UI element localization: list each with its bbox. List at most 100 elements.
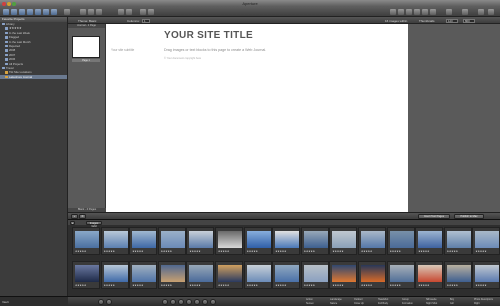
rating-stars[interactable]: ★★★★★	[161, 284, 172, 287]
rating-stars[interactable]: ★★★★★	[332, 284, 343, 287]
rating-stars[interactable]: ★★★★★	[161, 250, 172, 253]
rating-stars[interactable]: ★★★★★	[304, 250, 315, 253]
rating-stars[interactable]: ★★★★★	[218, 284, 229, 287]
keyword-button[interactable]: Boy	[450, 298, 454, 301]
image-thumbnail[interactable]: ★★★★★	[358, 227, 386, 255]
rating-stars[interactable]: ★★★★★	[447, 284, 458, 287]
list-view-icon[interactable]	[106, 299, 112, 305]
keyword-button[interactable]: Action	[306, 298, 313, 301]
image-thumbnail[interactable]: ★★★★★	[243, 227, 272, 255]
red-eye-icon[interactable]	[430, 9, 436, 15]
image-thumbnail[interactable]: ★★★★★	[215, 227, 243, 255]
keyword-button[interactable]: Photo Descriptors	[474, 298, 493, 301]
inspector-icon[interactable]	[478, 9, 484, 15]
rating-stars[interactable]: ★★★★★	[475, 284, 486, 287]
keyword-button[interactable]: Outdoor	[354, 298, 363, 301]
keyword-button[interactable]: Landscape	[330, 298, 342, 301]
image-thumbnail[interactable]: ★★★★★	[72, 261, 100, 289]
site-title[interactable]: YOUR SITE TITLE	[164, 30, 253, 41]
image-thumbnail[interactable]: ★★★★★	[329, 261, 358, 289]
image-thumbnail[interactable]: ★★★★★	[472, 261, 500, 289]
image-thumbnail[interactable]: ★★★★★	[100, 261, 129, 289]
rating-stars[interactable]: ★★★★★	[390, 250, 401, 253]
keyword-button[interactable]: Night Shot	[426, 302, 437, 305]
rating-stars[interactable]: ★★★★★	[247, 284, 258, 287]
image-thumbnail[interactable]: ★★★★★	[186, 261, 215, 289]
image-thumbnail[interactable]: ★★★★★	[415, 227, 444, 255]
keyword-button[interactable]: Group	[402, 298, 409, 301]
rating-stars[interactable]: ★★★★★	[189, 284, 200, 287]
rating-stars[interactable]: ★★★★★	[275, 250, 286, 253]
width-field[interactable]: 120	[446, 18, 458, 23]
select-icon[interactable]	[210, 299, 216, 305]
image-thumbnail[interactable]: ★★★★★	[272, 227, 301, 255]
rating-stars[interactable]: ★★★★★	[189, 250, 200, 253]
loupe-icon[interactable]	[446, 9, 452, 15]
rating-stars[interactable]: ★★★★★	[132, 284, 143, 287]
keyword-button[interactable]: Sunset	[306, 302, 313, 305]
rating-stars[interactable]: ★★★★★	[361, 250, 372, 253]
copyright-text[interactable]: © Your document copyright here	[164, 57, 201, 60]
image-thumbnail[interactable]: ★★★★★	[129, 227, 158, 255]
smart-album-icon[interactable]	[27, 9, 33, 15]
image-thumbnail[interactable]: ★★★★★	[157, 227, 186, 255]
viewer-icon[interactable]	[96, 9, 102, 15]
rating-stars[interactable]: ★★★★★	[418, 284, 429, 287]
image-thumbnail[interactable]: ★★★★★	[443, 227, 472, 255]
keyword-button[interactable]: Nature	[330, 302, 337, 305]
site-subtitle[interactable]: Your site subtitle	[111, 48, 134, 52]
spot-patch-icon[interactable]	[422, 9, 428, 15]
image-thumbnail[interactable]: ★★★★★	[72, 227, 100, 255]
rating-stars[interactable]: ★★★★★	[104, 250, 115, 253]
new-album-icon[interactable]	[19, 9, 25, 15]
straighten-icon[interactable]	[414, 9, 420, 15]
image-thumbnail[interactable]: ★★★★★	[272, 261, 301, 289]
keyword-button[interactable]: Right	[474, 302, 480, 305]
theme-button[interactable]: Theme: Basic	[78, 19, 96, 23]
image-thumbnail[interactable]: ★★★★★	[243, 261, 272, 289]
image-thumbnail[interactable]: ★★★★★	[300, 261, 329, 289]
keyword-button[interactable]: Girl	[450, 302, 454, 305]
columns-field[interactable]: 1	[142, 18, 150, 23]
rating-stars[interactable]: ★★★★★	[275, 284, 286, 287]
rating-stars[interactable]: ★★★★★	[390, 284, 401, 287]
rating-stars[interactable]: ★★★★★	[104, 284, 115, 287]
book-icon[interactable]	[35, 9, 41, 15]
keyword-button[interactable]: Formation	[402, 302, 413, 305]
rating-stars[interactable]: ★★★★★	[75, 250, 86, 253]
rating-stars[interactable]: ★★★★★	[475, 250, 486, 253]
split-view-icon[interactable]	[88, 9, 94, 15]
keyword-button[interactable]: Full Body	[378, 302, 388, 305]
stack-icon[interactable]	[140, 9, 146, 15]
image-thumbnail[interactable]: ★★★★★	[415, 261, 444, 289]
vault-status[interactable]: Vault	[0, 296, 68, 306]
zoom-window-button[interactable]	[12, 1, 16, 6]
new-folder-icon[interactable]	[11, 9, 17, 15]
image-thumbnail[interactable]: ★★★★★	[300, 227, 329, 255]
image-thumbnail[interactable]: ★★★★★	[129, 261, 158, 289]
adjustments-icon[interactable]	[488, 9, 494, 15]
minimize-window-button[interactable]	[7, 1, 11, 6]
rating-stars[interactable]: ★★★★★	[361, 284, 372, 287]
image-thumbnail[interactable]: ★★★★★	[100, 227, 129, 255]
rotate-icon[interactable]	[162, 299, 168, 305]
rating-stars[interactable]: ★★★★★	[247, 250, 258, 253]
email-icon[interactable]	[390, 9, 396, 15]
rating-down-icon[interactable]	[194, 299, 200, 305]
next-icon[interactable]	[178, 299, 184, 305]
rating-stars[interactable]: ★★★★★	[332, 250, 343, 253]
web-journal-icon[interactable]	[51, 9, 57, 15]
filter-popup[interactable]: Images Grid	[86, 220, 102, 228]
image-thumbnail[interactable]: ★★★★★	[186, 227, 215, 255]
keyword-button[interactable]: Headshot	[378, 298, 388, 301]
rotate-left-icon[interactable]	[118, 9, 124, 15]
rating-stars[interactable]: ★★★★★	[75, 284, 86, 287]
keyword-button[interactable]: Close Up	[354, 302, 364, 305]
sidebar-item[interactable]: Lakeshore Journal	[0, 74, 67, 80]
image-thumbnail[interactable]: ★★★★★	[157, 261, 186, 289]
image-thumbnail[interactable]: ★★★★★	[358, 261, 386, 289]
web-journal-canvas[interactable]: YOUR SITE TITLE Your site subtitle Drag …	[106, 24, 408, 212]
close-window-button[interactable]	[2, 1, 6, 6]
rating-stars[interactable]: ★★★★★	[218, 250, 229, 253]
thumbnails-popup[interactable]: Thumbnails	[419, 19, 435, 23]
